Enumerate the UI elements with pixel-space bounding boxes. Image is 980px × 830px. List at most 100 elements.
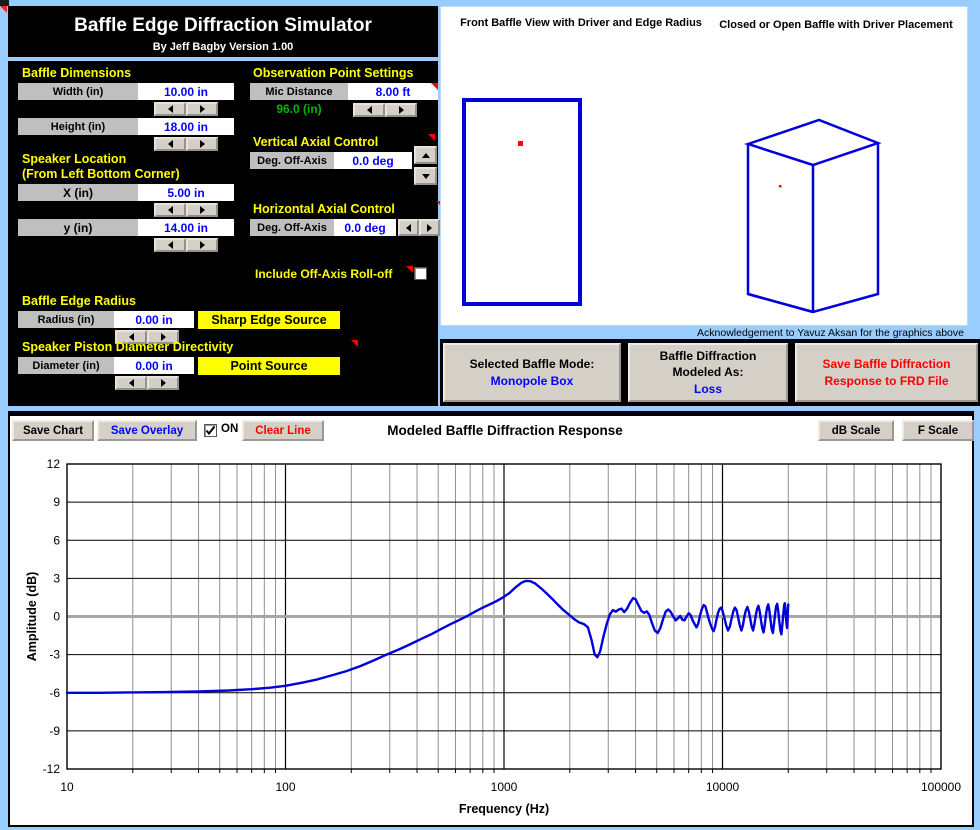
piston-mode-indicator: Point Source: [198, 357, 340, 375]
radius-label: Radius (in): [18, 311, 114, 328]
include-rolloff-checkbox[interactable]: [414, 267, 427, 280]
arrow-right-icon: [200, 140, 205, 148]
height-label: Height (in): [18, 118, 138, 135]
diffraction-chart: 129630-3-6-9-1210100100010000100000Ampli…: [10, 416, 972, 825]
acknowledgement-text: Acknowledgement to Yavuz Aksan for the g…: [440, 327, 964, 339]
piston-heading: Speaker Piston Diameter Directivity: [22, 340, 233, 354]
app-subtitle: By Jeff Bagby Version 1.00: [8, 41, 438, 53]
mic-spin-up-button[interactable]: [385, 103, 417, 117]
arrow-up-icon: [422, 153, 430, 158]
observation-heading: Observation Point Settings: [253, 66, 413, 80]
control-panel: Baffle Dimensions Width (in) 10.00 in He…: [8, 61, 438, 406]
mic-distance-inches: 96.0 (in): [254, 102, 344, 116]
response-curve: [67, 581, 788, 693]
modeled-as-panel[interactable]: Baffle Diffraction Modeled As: Loss: [628, 343, 788, 402]
mic-distance-spinner: [353, 103, 417, 117]
svg-text:0: 0: [53, 610, 60, 624]
diameter-spin-down-button[interactable]: [115, 376, 147, 390]
diameter-spinner: [115, 376, 179, 390]
baffle-mode-label: Selected Baffle Mode:: [470, 356, 595, 372]
driver-dot-3d: [779, 185, 782, 188]
svg-text:10000: 10000: [706, 780, 740, 794]
comment-marker-icon: [406, 266, 413, 273]
arrow-left-icon: [367, 106, 372, 114]
arrow-left-icon: [129, 379, 134, 387]
speaker-y-value[interactable]: 14.00 in: [138, 219, 234, 236]
comment-marker-icon: [351, 340, 358, 347]
speaker-y-label: y (in): [18, 219, 138, 236]
save-frd-label: Save Baffle Diffraction Response to FRD …: [804, 356, 969, 388]
baffle-dimensions-heading: Baffle Dimensions: [22, 66, 131, 80]
x-axis-title: Frequency (Hz): [459, 802, 549, 816]
height-spin-up-button[interactable]: [186, 137, 218, 151]
diameter-spin-up-button[interactable]: [147, 376, 179, 390]
svg-text:-9: -9: [49, 724, 60, 738]
height-spinner: [154, 137, 218, 151]
svg-text:1000: 1000: [491, 780, 518, 794]
horizontal-spin-up-button[interactable]: [419, 219, 440, 236]
x-spin-up-button[interactable]: [186, 203, 218, 217]
width-spin-up-button[interactable]: [186, 102, 218, 116]
width-spinner: [154, 102, 218, 116]
vertical-spin-down-button[interactable]: [414, 167, 437, 185]
width-value[interactable]: 10.00 in: [138, 83, 234, 100]
width-label: Width (in): [18, 83, 138, 100]
driver-dot: [518, 141, 523, 146]
svg-text:3: 3: [53, 571, 60, 585]
front-baffle-caption: Front Baffle View with Driver and Edge R…: [456, 15, 706, 32]
y-spin-down-button[interactable]: [154, 238, 186, 252]
mic-spin-down-button[interactable]: [353, 103, 385, 117]
modeled-as-value: Loss: [694, 381, 722, 397]
arrow-left-icon: [168, 105, 173, 113]
x-spin-down-button[interactable]: [154, 203, 186, 217]
mode-strip: Selected Baffle Mode: Monopole Box Baffl…: [440, 339, 980, 406]
radius-value[interactable]: 0.00 in: [114, 311, 194, 328]
arrow-left-icon: [406, 224, 411, 232]
width-spin-down-button[interactable]: [154, 102, 186, 116]
horizontal-axial-value[interactable]: 0.0 deg: [334, 219, 396, 236]
speaker-x-spinner: [154, 203, 218, 217]
arrow-right-icon: [200, 105, 205, 113]
comment-marker-icon: [431, 83, 438, 90]
save-frd-button[interactable]: Save Baffle Diffraction Response to FRD …: [795, 343, 978, 402]
svg-text:100000: 100000: [921, 780, 961, 794]
horizontal-axial-label: Deg. Off-Axis: [250, 219, 334, 236]
comment-marker-icon: [428, 134, 435, 141]
baffle-mode-panel[interactable]: Selected Baffle Mode: Monopole Box: [443, 343, 621, 402]
horizontal-axial-heading: Horizontal Axial Control: [253, 202, 395, 216]
speaker-x-label: X (in): [18, 184, 138, 201]
mic-distance-value[interactable]: 8.00 ft: [348, 83, 438, 100]
box-caption: Closed or Open Baffle with Driver Placem…: [716, 17, 956, 34]
svg-text:100: 100: [275, 780, 295, 794]
y-axis-title: Amplitude (dB): [25, 572, 39, 662]
arrow-right-icon: [399, 106, 404, 114]
svg-text:-3: -3: [49, 648, 60, 662]
chart-grid: [67, 464, 941, 773]
axis-tick-labels: 129630-3-6-9-1210100100010000100000: [43, 457, 962, 794]
vertical-spin-up-button[interactable]: [414, 146, 437, 164]
svg-text:9: 9: [53, 495, 60, 509]
svg-text:10: 10: [60, 780, 74, 794]
vertical-axial-value[interactable]: 0.0 deg: [334, 152, 412, 169]
speaker-x-value[interactable]: 5.00 in: [138, 184, 234, 201]
horizontal-spin-down-button[interactable]: [398, 219, 419, 236]
svg-text:12: 12: [47, 457, 61, 471]
speaker-y-spinner: [154, 238, 218, 252]
baffle-edge-radius-heading: Baffle Edge Radius: [22, 294, 136, 308]
graphics-panel: Front Baffle View with Driver and Edge R…: [440, 6, 968, 326]
height-spin-down-button[interactable]: [154, 137, 186, 151]
height-value[interactable]: 18.00 in: [138, 118, 234, 135]
arrow-right-icon: [427, 224, 432, 232]
speaker-location-heading-2: (From Left Bottom Corner): [22, 167, 180, 181]
chart-section: Save Chart Save Overlay ON Clear Line Mo…: [8, 411, 974, 827]
y-spin-up-button[interactable]: [186, 238, 218, 252]
horizontal-axial-spinner: [398, 219, 440, 236]
comment-marker-icon: [0, 6, 7, 13]
enclosure-3d-drawing: [731, 102, 941, 322]
diameter-value[interactable]: 0.00 in: [114, 357, 194, 374]
diameter-label: Diameter (in): [18, 357, 114, 374]
arrow-right-icon: [200, 206, 205, 214]
baffle-mode-value: Monopole Box: [491, 373, 574, 389]
title-panel: Baffle Edge Diffraction Simulator By Jef…: [8, 6, 438, 57]
box-lines: [748, 120, 878, 312]
